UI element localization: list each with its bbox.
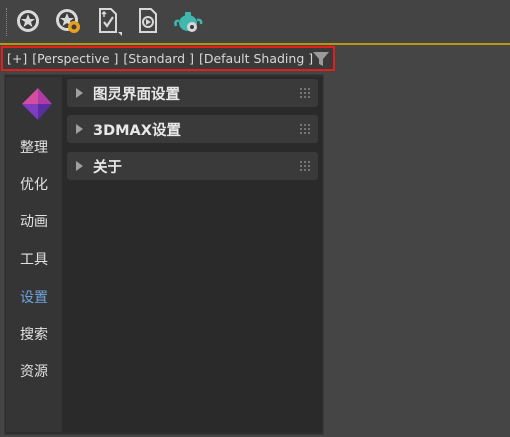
sidebar-item-organize[interactable]: 整理 [6, 133, 62, 161]
viewport-view-label[interactable]: [Perspective ] [32, 51, 118, 66]
plugin-logo-icon [22, 88, 52, 120]
file-check-button[interactable] [93, 5, 123, 37]
teapot-render-button[interactable] [173, 5, 203, 37]
section-title: 3DMAX设置 [93, 122, 181, 139]
sidebar-item-animation[interactable]: 动画 [6, 207, 62, 235]
section-turing-ui-settings[interactable]: 图灵界面设置 [67, 79, 318, 107]
expand-arrow-icon [76, 124, 83, 134]
viewport-shading-label[interactable]: [Default Shading ] [199, 51, 313, 66]
teapot-render-icon [174, 12, 203, 32]
sidebar-item-optimize[interactable]: 优化 [6, 170, 62, 198]
settings-gear-button[interactable] [53, 5, 83, 37]
expand-arrow-icon [76, 161, 83, 171]
section-about[interactable]: 关于 [67, 152, 318, 180]
drag-handle-icon[interactable] [299, 160, 310, 171]
viewport-mode-label[interactable]: [Standard ] [123, 51, 194, 66]
sidebar-item-settings[interactable]: 设置 [6, 283, 62, 311]
viewport-label-bar: [+] [Perspective ] [Standard ] [Default … [1, 46, 335, 71]
file-export-icon [139, 8, 157, 33]
expand-arrow-icon [76, 88, 83, 98]
settings-gear-icon [56, 9, 80, 33]
section-title: 图灵界面设置 [93, 86, 180, 103]
toolbar-accent-line [0, 43, 510, 45]
star-gear-icon [17, 10, 39, 32]
plugin-sidebar: 整理 优化 动画 工具 设置 搜索 资源 [6, 77, 62, 432]
drag-handle-icon[interactable] [299, 87, 310, 98]
file-check-icon [99, 8, 122, 36]
filter-icon[interactable] [312, 51, 330, 67]
file-export-button[interactable] [133, 5, 163, 37]
viewport-menu-plus[interactable]: [+] [7, 51, 27, 66]
star-gear-button[interactable] [13, 5, 43, 37]
settings-content: 图灵界面设置 3DMAX设置 关于 [62, 77, 322, 432]
toolbar-grip[interactable] [6, 8, 8, 36]
sidebar-item-tools[interactable]: 工具 [6, 245, 62, 273]
sidebar-item-resources[interactable]: 资源 [6, 357, 62, 385]
section-3dmax-settings[interactable]: 3DMAX设置 [67, 115, 318, 143]
main-toolbar [0, 0, 510, 43]
sidebar-item-search[interactable]: 搜索 [6, 320, 62, 348]
section-title: 关于 [93, 159, 122, 176]
drag-handle-icon[interactable] [299, 123, 310, 134]
